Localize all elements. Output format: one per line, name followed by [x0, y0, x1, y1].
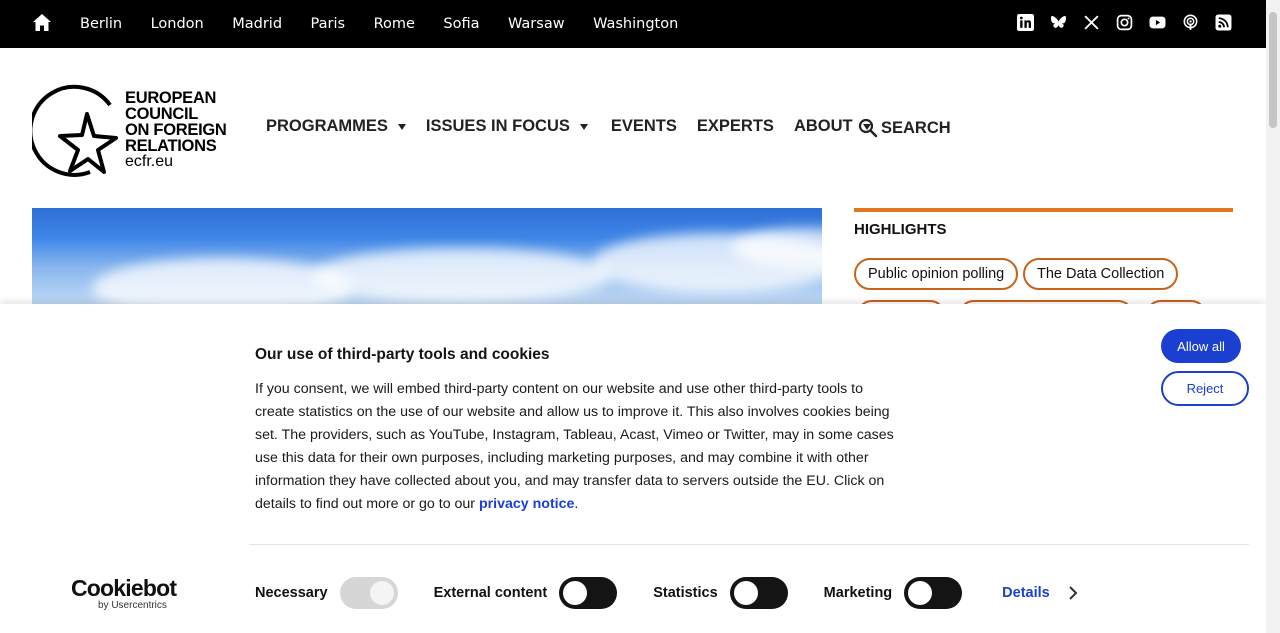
nav-experts[interactable]: EXPERTS — [697, 117, 774, 136]
consent-toggles: Necessary External content Statistics Ma… — [255, 577, 1078, 609]
statistics-toggle[interactable] — [729, 577, 788, 609]
city-link-paris[interactable]: Paris — [311, 16, 346, 32]
nav-experts-label: EXPERTS — [696, 117, 774, 135]
logo-line: ON FOREIGN — [125, 121, 227, 139]
city-link-sofia[interactable]: Sofia — [443, 16, 479, 32]
instagram-icon[interactable] — [1116, 14, 1133, 31]
logo-line: EUROPEAN — [125, 89, 217, 107]
logo-line: COUNCIL — [125, 105, 199, 123]
search-label: SEARCH — [881, 118, 951, 137]
logo-url: ecfr.eu — [125, 153, 174, 170]
details-link[interactable]: Details — [1002, 585, 1078, 601]
highlight-pill[interactable]: The Data Collection — [1023, 258, 1179, 290]
hero-image[interactable] — [32, 208, 822, 308]
caret-down-icon — [579, 123, 588, 130]
allow-all-button[interactable]: Allow all — [1161, 329, 1241, 363]
social-links — [1017, 14, 1232, 31]
search-button[interactable]: SEARCH — [858, 118, 951, 138]
star-circle-icon — [28, 84, 118, 177]
highlights-title: HIGHLIGHTS — [854, 221, 947, 238]
cookie-body-end: . — [574, 496, 579, 512]
city-link-berlin[interactable]: Berlin — [80, 16, 122, 32]
cookie-body-text: If you consent, we will embed third-part… — [255, 381, 894, 512]
x-icon[interactable] — [1083, 14, 1100, 31]
rss-icon[interactable] — [1215, 14, 1232, 31]
cookie-title: Our use of third-party tools and cookies — [255, 346, 550, 363]
nav-programmes-label: PROGRAMMES — [266, 117, 388, 135]
city-nav: Berlin London Madrid Paris Rome Sofia Wa… — [80, 0, 707, 48]
youtube-icon[interactable] — [1149, 14, 1166, 31]
search-icon — [858, 118, 878, 138]
highlight-pill[interactable]: Public opinion polling — [854, 258, 1019, 290]
nav-programmes[interactable]: PROGRAMMES — [266, 117, 406, 136]
external-content-toggle[interactable] — [559, 577, 618, 609]
logo-wordmark: EUROPEAN COUNCIL ON FOREIGN RELATIONS — [125, 89, 227, 155]
linkedin-icon[interactable] — [1017, 14, 1034, 31]
cookie-banner: Our use of third-party tools and cookies… — [0, 304, 1266, 633]
page-scrollbar[interactable] — [1266, 0, 1280, 633]
necessary-toggle — [339, 577, 398, 609]
main-nav: PROGRAMMES ISSUES IN FOCUS EVENTS EXPERT… — [266, 117, 871, 136]
privacy-notice-link[interactable]: privacy notice — [479, 496, 574, 512]
nav-events[interactable]: EVENTS — [611, 117, 677, 136]
toggle-label-necessary: Necessary — [255, 585, 328, 601]
city-link-london[interactable]: London — [151, 16, 204, 32]
city-link-rome[interactable]: Rome — [374, 16, 415, 32]
toggle-label-marketing: Marketing — [823, 585, 893, 601]
logo-line: RELATIONS — [125, 137, 217, 155]
details-label: Details — [1002, 585, 1050, 601]
city-link-washington[interactable]: Washington — [593, 16, 678, 32]
marketing-toggle[interactable] — [904, 577, 963, 609]
nav-issues-in-focus[interactable]: ISSUES IN FOCUS — [426, 117, 588, 136]
top-bar: Berlin London Madrid Paris Rome Sofia Wa… — [0, 0, 1266, 48]
city-link-warsaw[interactable]: Warsaw — [508, 16, 565, 32]
cookiebot-brand-sub: by Usercentrics — [98, 600, 167, 611]
cookiebot-brand: Cookiebot — [71, 575, 177, 601]
city-link-madrid[interactable]: Madrid — [232, 16, 282, 32]
nav-about-label: ABOUT — [793, 117, 853, 135]
home-icon[interactable] — [32, 13, 52, 33]
cookie-body: If you consent, we will embed third-part… — [255, 378, 905, 516]
highlights-accent-bar — [854, 208, 1233, 212]
chevron-right-icon — [1069, 586, 1078, 600]
nav-issues-label: ISSUES IN FOCUS — [425, 117, 570, 135]
reject-button[interactable]: Reject — [1161, 371, 1249, 406]
scrollbar-thumb[interactable] — [1269, 12, 1277, 128]
toggle-label-statistics: Statistics — [653, 585, 718, 601]
caret-down-icon — [397, 123, 406, 130]
bluesky-icon[interactable] — [1050, 14, 1067, 31]
nav-events-label: EVENTS — [610, 117, 677, 135]
cookie-divider — [249, 544, 1249, 545]
podcast-icon[interactable] — [1182, 14, 1199, 31]
toggle-label-external: External content — [433, 585, 548, 601]
cookiebot-logo: Cookiebot by Usercentrics — [71, 575, 177, 611]
